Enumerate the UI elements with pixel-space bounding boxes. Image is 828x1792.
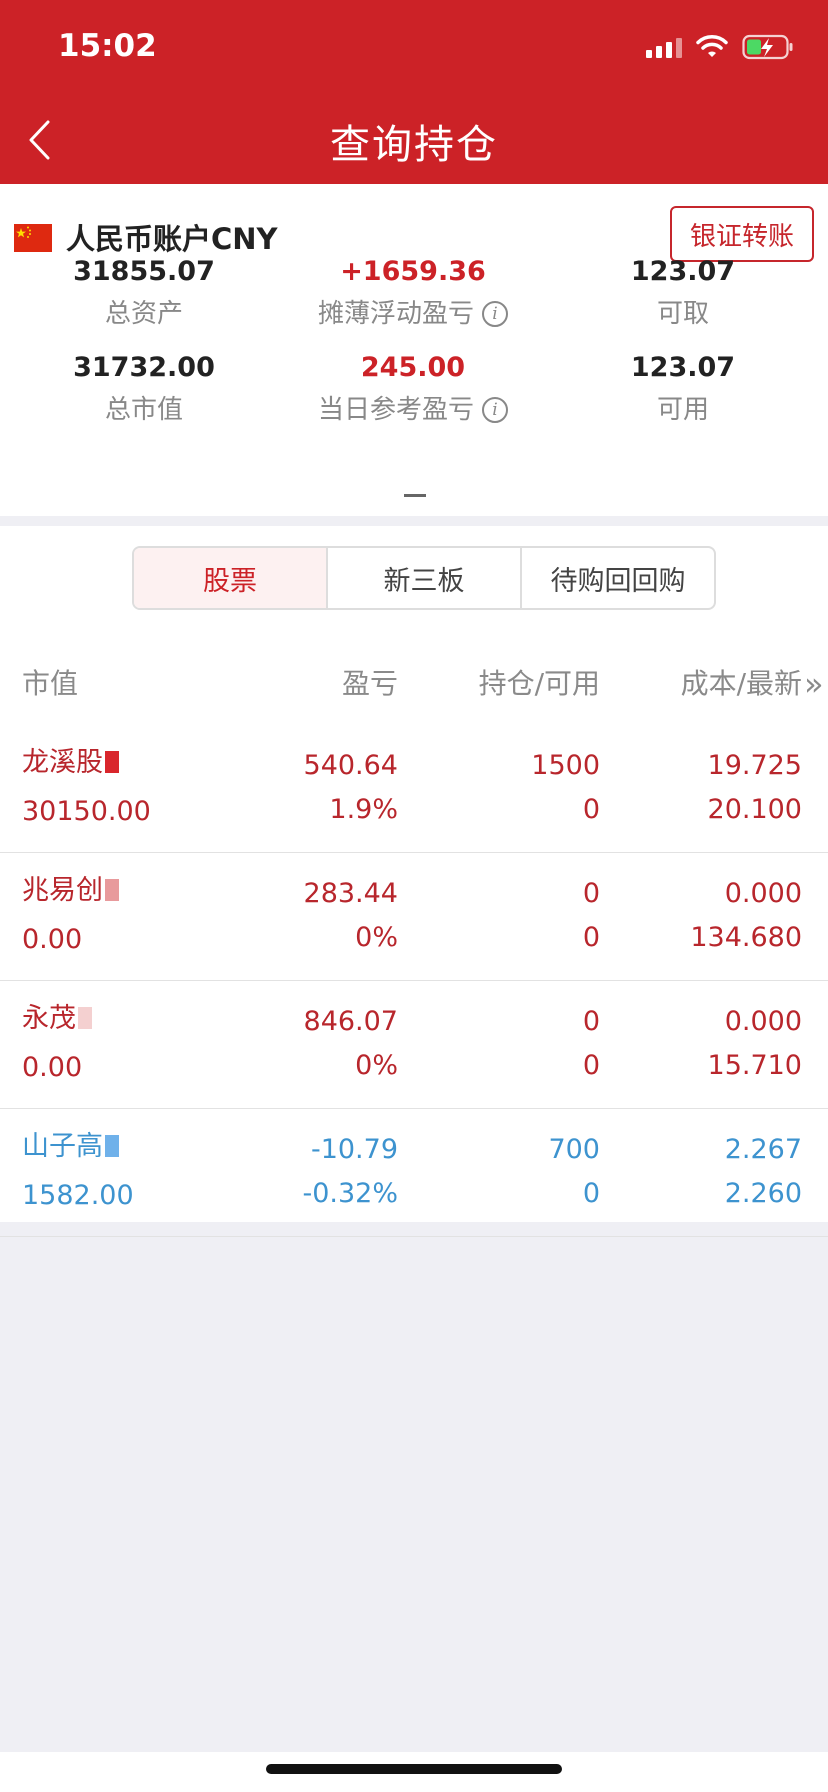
cost-price: 19.725 [707, 750, 802, 781]
home-indicator[interactable] [266, 1764, 562, 1774]
available-qty: 0 [582, 794, 600, 825]
cost-price: 0.000 [724, 878, 802, 909]
collapse-handle[interactable] [404, 494, 426, 497]
latest-price: 134.680 [690, 922, 802, 953]
header-market-value[interactable]: 市值 [22, 654, 78, 714]
total-market-value-label: 总市值 [104, 395, 183, 425]
market-value: 0.00 [22, 924, 83, 955]
redaction-mark [105, 751, 119, 773]
category-tabs: 股票 新三板 待购回回购 [132, 546, 716, 610]
pnl-amount: 846.07 [303, 1006, 398, 1037]
status-icons [646, 34, 794, 60]
total-assets-label: 总资产 [104, 299, 183, 329]
tab-repo[interactable]: 待购回回购 [522, 548, 714, 608]
stock-name: 龙溪股 [22, 740, 119, 779]
summary-row-2: 31732.00 总市值 245.00 当日参考盈亏 i 123.07 可用 [0, 350, 828, 428]
table-row[interactable]: 兆易创 0.00 283.44 0% 0 0 0.000 134.680 [0, 854, 828, 981]
table-row[interactable]: 龙溪股 30150.00 540.64 1.9% 1500 0 19.725 20.100 [0, 726, 828, 853]
redaction-mark [78, 1007, 92, 1029]
header-pnl[interactable]: 盈亏 [220, 654, 398, 714]
withdrawable-value: 123.07 [630, 256, 736, 287]
summary-row-1: 31855.07 总资产 +1659.36 摊薄浮动盈亏 i 123.07 可取 [0, 254, 828, 332]
battery-charging-icon [742, 34, 793, 60]
account-title: 人民币账户CNY [66, 222, 278, 256]
scroll-right-icon[interactable]: » [804, 654, 828, 714]
holding-qty: 0 [582, 1006, 600, 1037]
table-row[interactable]: 永茂 0.00 846.07 0% 0 0 0.000 15.710 [0, 982, 828, 1109]
daily-pnl-value: 245.00 [360, 352, 466, 383]
holding-qty: 1500 [531, 750, 600, 781]
latest-price: 20.100 [707, 794, 802, 825]
market-value: 0.00 [22, 1052, 83, 1083]
account-summary-panel: 人民币账户CNY 银证转账 31855.07 总资产 +1659.36 摊薄浮动… [0, 184, 828, 516]
stock-name: 兆易创 [22, 868, 119, 907]
summary-daily-pnl: 245.00 当日参考盈亏 i [288, 350, 538, 428]
available-value: 123.07 [630, 352, 736, 383]
cost-price: 2.267 [724, 1134, 802, 1165]
positions-panel: 股票 新三板 待购回回购 市值 盈亏 持仓/可用 成本/最新 » 龙溪股 3015… [0, 526, 828, 1237]
stock-name: 山子高 [22, 1124, 119, 1163]
summary-total-assets: 31855.07 总资产 [0, 254, 288, 332]
info-icon[interactable]: i [482, 397, 508, 423]
redaction-mark [105, 1135, 119, 1157]
summary-floating-pnl: +1659.36 摊薄浮动盈亏 i [288, 254, 538, 332]
pnl-percent: 0% [355, 922, 398, 953]
latest-price: 2.260 [724, 1178, 802, 1209]
floating-pnl-value: +1659.36 [340, 256, 486, 287]
cost-price: 0.000 [724, 1006, 802, 1037]
info-icon[interactable]: i [482, 301, 508, 327]
header-hold-available[interactable]: 持仓/可用 [400, 654, 600, 714]
top-bar: 15:02 查询持仓 [0, 0, 828, 184]
latest-price: 15.710 [707, 1050, 802, 1081]
withdrawable-label: 可取 [656, 299, 709, 329]
status-time: 15:02 [58, 28, 157, 64]
pnl-amount: 540.64 [303, 750, 398, 781]
pnl-percent: -0.32% [302, 1178, 398, 1209]
available-label: 可用 [656, 395, 709, 425]
available-qty: 0 [582, 1178, 600, 1209]
table-header: 市值 盈亏 持仓/可用 成本/最新 » [0, 654, 828, 714]
pnl-amount: -10.79 [310, 1134, 398, 1165]
wifi-icon [696, 35, 728, 57]
stock-name: 永茂 [22, 996, 92, 1035]
daily-pnl-label: 当日参考盈亏 [317, 395, 474, 425]
available-qty: 0 [582, 1050, 600, 1081]
pnl-amount: 283.44 [303, 878, 398, 909]
summary-available: 123.07 可用 [538, 350, 828, 428]
summary-withdrawable: 123.07 可取 [538, 254, 828, 332]
holding-qty: 700 [548, 1134, 600, 1165]
total-assets-value: 31855.07 [73, 256, 215, 287]
redaction-mark [105, 879, 119, 901]
page-title: 查询持仓 [330, 122, 498, 168]
header-cost-latest[interactable]: 成本/最新 [600, 654, 802, 714]
tab-stocks[interactable]: 股票 [134, 548, 328, 608]
summary-total-market-value: 31732.00 总市值 [0, 350, 288, 428]
tab-neeq[interactable]: 新三板 [328, 548, 522, 608]
market-value: 30150.00 [22, 796, 151, 827]
market-value: 1582.00 [22, 1180, 134, 1211]
pnl-percent: 1.9% [329, 794, 398, 825]
pnl-percent: 0% [355, 1050, 398, 1081]
total-market-value: 31732.00 [73, 352, 215, 383]
china-flag-icon [14, 224, 52, 252]
signal-icon [646, 36, 682, 58]
available-qty: 0 [582, 922, 600, 953]
holding-qty: 0 [582, 878, 600, 909]
floating-pnl-label: 摊薄浮动盈亏 [317, 299, 474, 329]
table-row[interactable]: 山子高 1582.00 -10.79 -0.32% 700 0 2.267 2.260 [0, 1110, 828, 1237]
